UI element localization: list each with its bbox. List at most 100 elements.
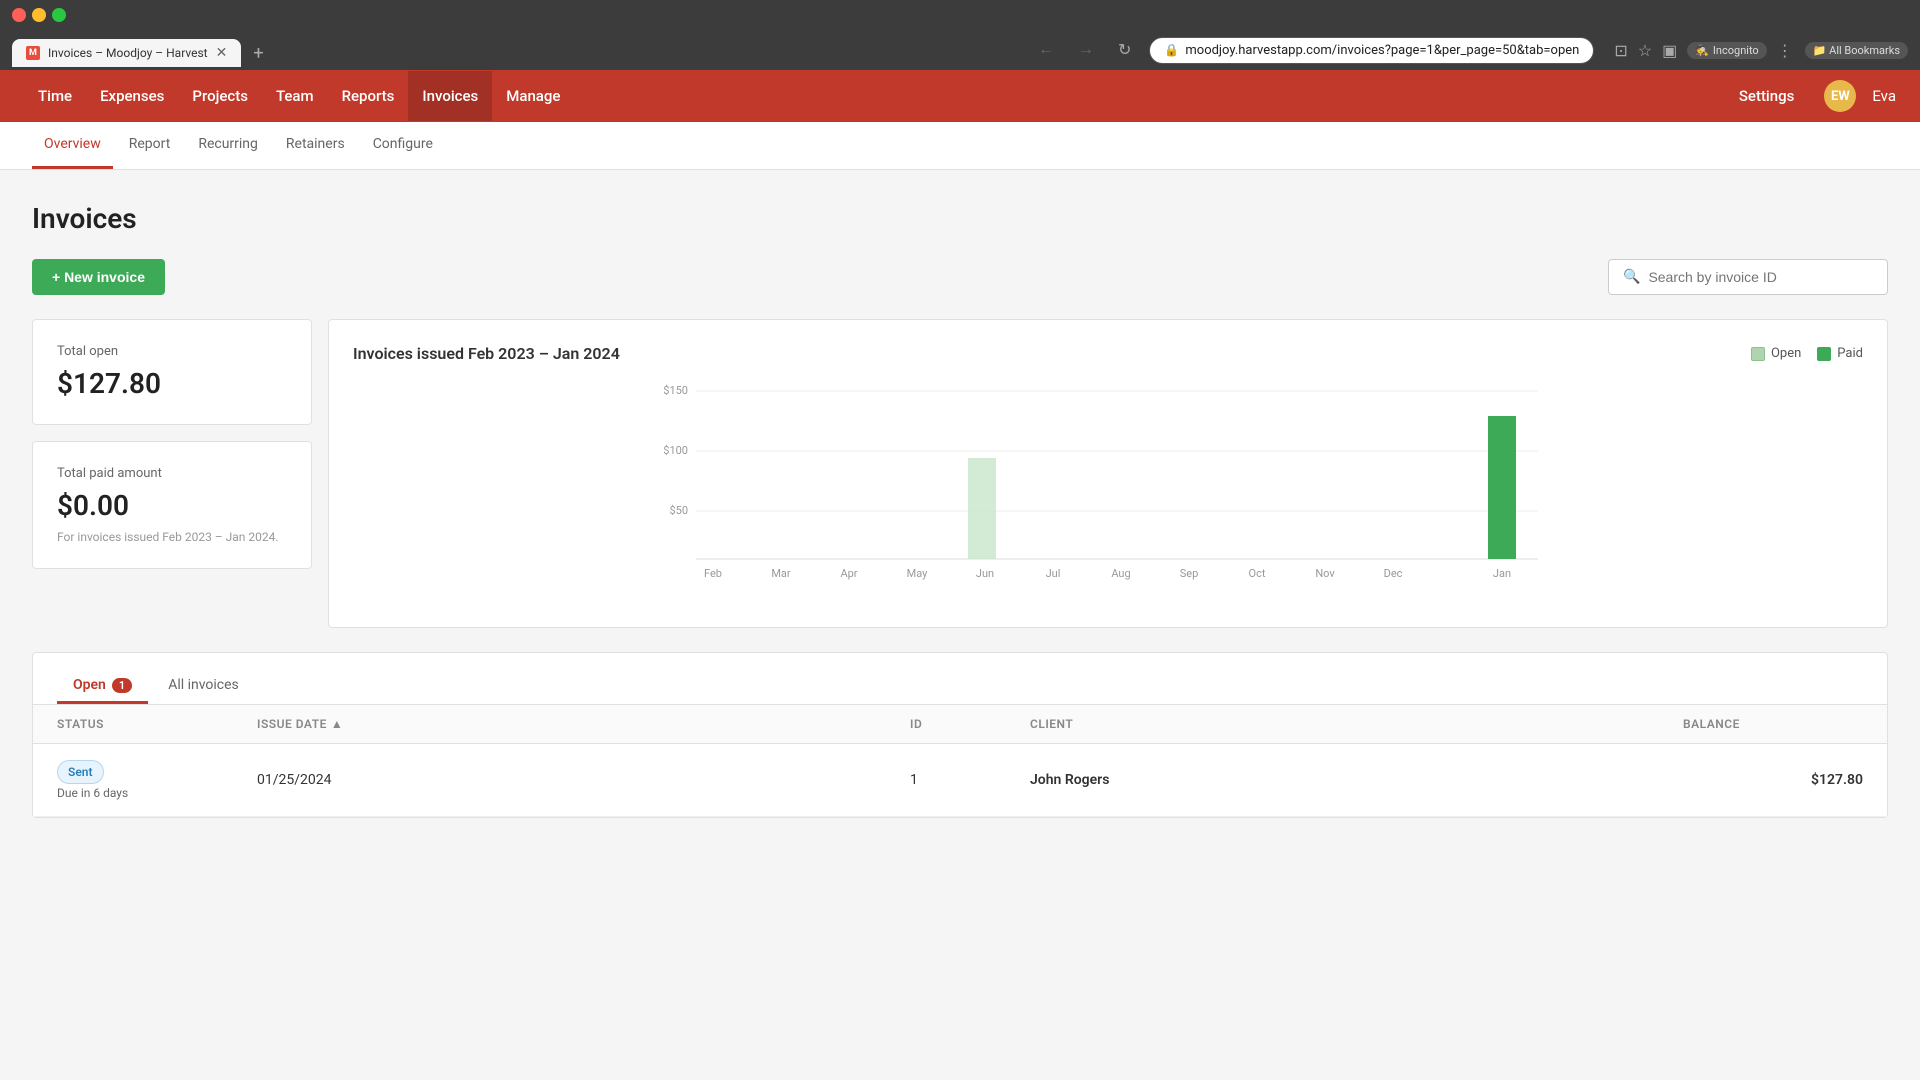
- favicon: M: [26, 46, 40, 60]
- window-close-button[interactable]: [12, 8, 26, 22]
- tab-all-label: All invoices: [168, 677, 239, 693]
- search-box[interactable]: 🔍: [1608, 259, 1888, 295]
- svg-text:$100: $100: [663, 444, 688, 457]
- sidebar-icon[interactable]: ▣: [1662, 41, 1677, 60]
- subnav-overview[interactable]: Overview: [32, 122, 113, 169]
- total-paid-card: Total paid amount $0.00 For invoices iss…: [32, 441, 312, 569]
- legend-paid-label: Paid: [1837, 346, 1863, 361]
- chart-area: $150 $100 $50: [353, 379, 1863, 603]
- row-balance: $127.80: [1683, 772, 1863, 788]
- lock-icon: 🔒: [1164, 43, 1179, 57]
- svg-text:Jul: Jul: [1046, 567, 1061, 580]
- stats-column: Total open $127.80 Total paid amount $0.…: [32, 319, 312, 628]
- legend-open-label: Open: [1771, 346, 1801, 361]
- col-balance: Balance: [1683, 717, 1863, 731]
- legend-paid-color: [1817, 347, 1831, 361]
- browser-tab-bar: M Invoices – Moodjoy – Harvest ✕ + ← → ↻…: [0, 30, 1920, 70]
- subnav-report[interactable]: Report: [117, 122, 183, 169]
- col-client: Client: [1030, 717, 1683, 731]
- status-badge: Sent: [57, 760, 104, 784]
- forward-button[interactable]: →: [1072, 37, 1100, 63]
- chart-bar-jan-paid: [1488, 416, 1516, 559]
- window-minimize-button[interactable]: [32, 8, 46, 22]
- search-input[interactable]: [1648, 269, 1873, 285]
- total-open-card: Total open $127.80: [32, 319, 312, 425]
- active-browser-tab[interactable]: M Invoices – Moodjoy – Harvest ✕: [12, 39, 241, 67]
- nav-projects[interactable]: Projects: [178, 71, 262, 121]
- invoices-section: Open 1 All invoices Status Issue date ▲ …: [32, 652, 1888, 818]
- sub-nav: Overview Report Recurring Retainers Conf…: [0, 122, 1920, 170]
- tab-open[interactable]: Open 1: [57, 669, 148, 704]
- chart-title: Invoices issued Feb 2023 – Jan 2024: [353, 344, 620, 363]
- nav-team[interactable]: Team: [262, 71, 328, 121]
- svg-text:Sep: Sep: [1180, 567, 1199, 580]
- total-paid-note: For invoices issued Feb 2023 – Jan 2024.: [57, 530, 287, 544]
- svg-text:Aug: Aug: [1111, 567, 1130, 580]
- nav-reports[interactable]: Reports: [328, 71, 409, 121]
- nav-expenses[interactable]: Expenses: [86, 71, 178, 121]
- svg-text:Feb: Feb: [704, 567, 722, 580]
- svg-text:Jun: Jun: [976, 567, 994, 580]
- table-row[interactable]: Sent Due in 6 days 01/25/2024 1 John Rog…: [33, 744, 1887, 817]
- svg-text:$50: $50: [669, 504, 688, 517]
- row-status-cell: Sent Due in 6 days: [57, 760, 257, 800]
- row-client: John Rogers: [1030, 772, 1683, 788]
- tab-all[interactable]: All invoices: [152, 669, 255, 704]
- toolbar: + New invoice 🔍: [32, 259, 1888, 295]
- bookmarks-bar: 📁 All Bookmarks: [1805, 42, 1908, 59]
- client-name: John Rogers: [1030, 772, 1109, 788]
- new-tab-button[interactable]: +: [245, 43, 271, 64]
- total-open-value: $127.80: [57, 367, 287, 400]
- subnav-configure[interactable]: Configure: [361, 122, 445, 169]
- svg-text:Nov: Nov: [1315, 567, 1335, 580]
- invoices-tabs-row: Open 1 All invoices: [33, 653, 1887, 705]
- user-avatar: EW: [1824, 80, 1856, 112]
- legend-open: Open: [1751, 346, 1801, 361]
- svg-text:Oct: Oct: [1249, 567, 1266, 580]
- subnav-recurring[interactable]: Recurring: [186, 122, 270, 169]
- cast-icon[interactable]: ⊡: [1614, 41, 1627, 60]
- row-issue-date: 01/25/2024: [257, 772, 910, 788]
- balance-amount: $127.80: [1811, 772, 1863, 788]
- window-maximize-button[interactable]: [52, 8, 66, 22]
- subnav-retainers[interactable]: Retainers: [274, 122, 357, 169]
- col-id: ID: [910, 717, 1030, 731]
- reload-button[interactable]: ↻: [1112, 36, 1137, 64]
- nav-time[interactable]: Time: [24, 71, 86, 121]
- chart-svg: $150 $100 $50: [353, 379, 1863, 599]
- tab-title: Invoices – Moodjoy – Harvest: [48, 46, 208, 60]
- tab-open-badge: 1: [112, 678, 132, 693]
- menu-icon[interactable]: ⋮: [1777, 41, 1793, 60]
- svg-text:May: May: [907, 567, 929, 580]
- stats-chart-row: Total open $127.80 Total paid amount $0.…: [32, 319, 1888, 628]
- total-paid-label: Total paid amount: [57, 466, 287, 481]
- bookmark-star-icon[interactable]: ☆: [1638, 41, 1652, 60]
- new-invoice-button[interactable]: + New invoice: [32, 259, 165, 295]
- address-bar[interactable]: 🔒 moodjoy.harvestapp.com/invoices?page=1…: [1149, 37, 1594, 64]
- total-open-label: Total open: [57, 344, 287, 359]
- search-icon: 🔍: [1623, 269, 1640, 285]
- legend-open-color: [1751, 347, 1765, 361]
- chart-legend: Open Paid: [1751, 346, 1863, 361]
- legend-paid: Paid: [1817, 346, 1863, 361]
- back-button[interactable]: ←: [1032, 37, 1060, 63]
- nav-manage[interactable]: Manage: [492, 71, 574, 121]
- svg-text:$150: $150: [663, 384, 688, 397]
- due-text: Due in 6 days: [57, 786, 257, 800]
- incognito-badge: 🕵 Incognito: [1687, 42, 1767, 59]
- user-name: Eva: [1872, 87, 1896, 105]
- browser-window-controls: [0, 0, 1920, 30]
- chart-bar-jun-open: [968, 458, 996, 559]
- sort-arrow-icon: ▲: [331, 717, 343, 731]
- main-content: Invoices + New invoice 🔍 Total open $127…: [0, 170, 1920, 1050]
- tab-close-button[interactable]: ✕: [216, 45, 228, 61]
- svg-text:Apr: Apr: [840, 567, 857, 580]
- url-text: moodjoy.harvestapp.com/invoices?page=1&p…: [1185, 43, 1579, 58]
- svg-text:Jan: Jan: [1493, 567, 1511, 580]
- settings-link[interactable]: Settings: [1725, 71, 1809, 121]
- col-issue-date[interactable]: Issue date ▲: [257, 717, 910, 731]
- total-paid-value: $0.00: [57, 489, 287, 522]
- nav-invoices[interactable]: Invoices: [408, 71, 492, 121]
- chart-header: Invoices issued Feb 2023 – Jan 2024 Open…: [353, 344, 1863, 363]
- tab-open-label: Open: [73, 677, 106, 693]
